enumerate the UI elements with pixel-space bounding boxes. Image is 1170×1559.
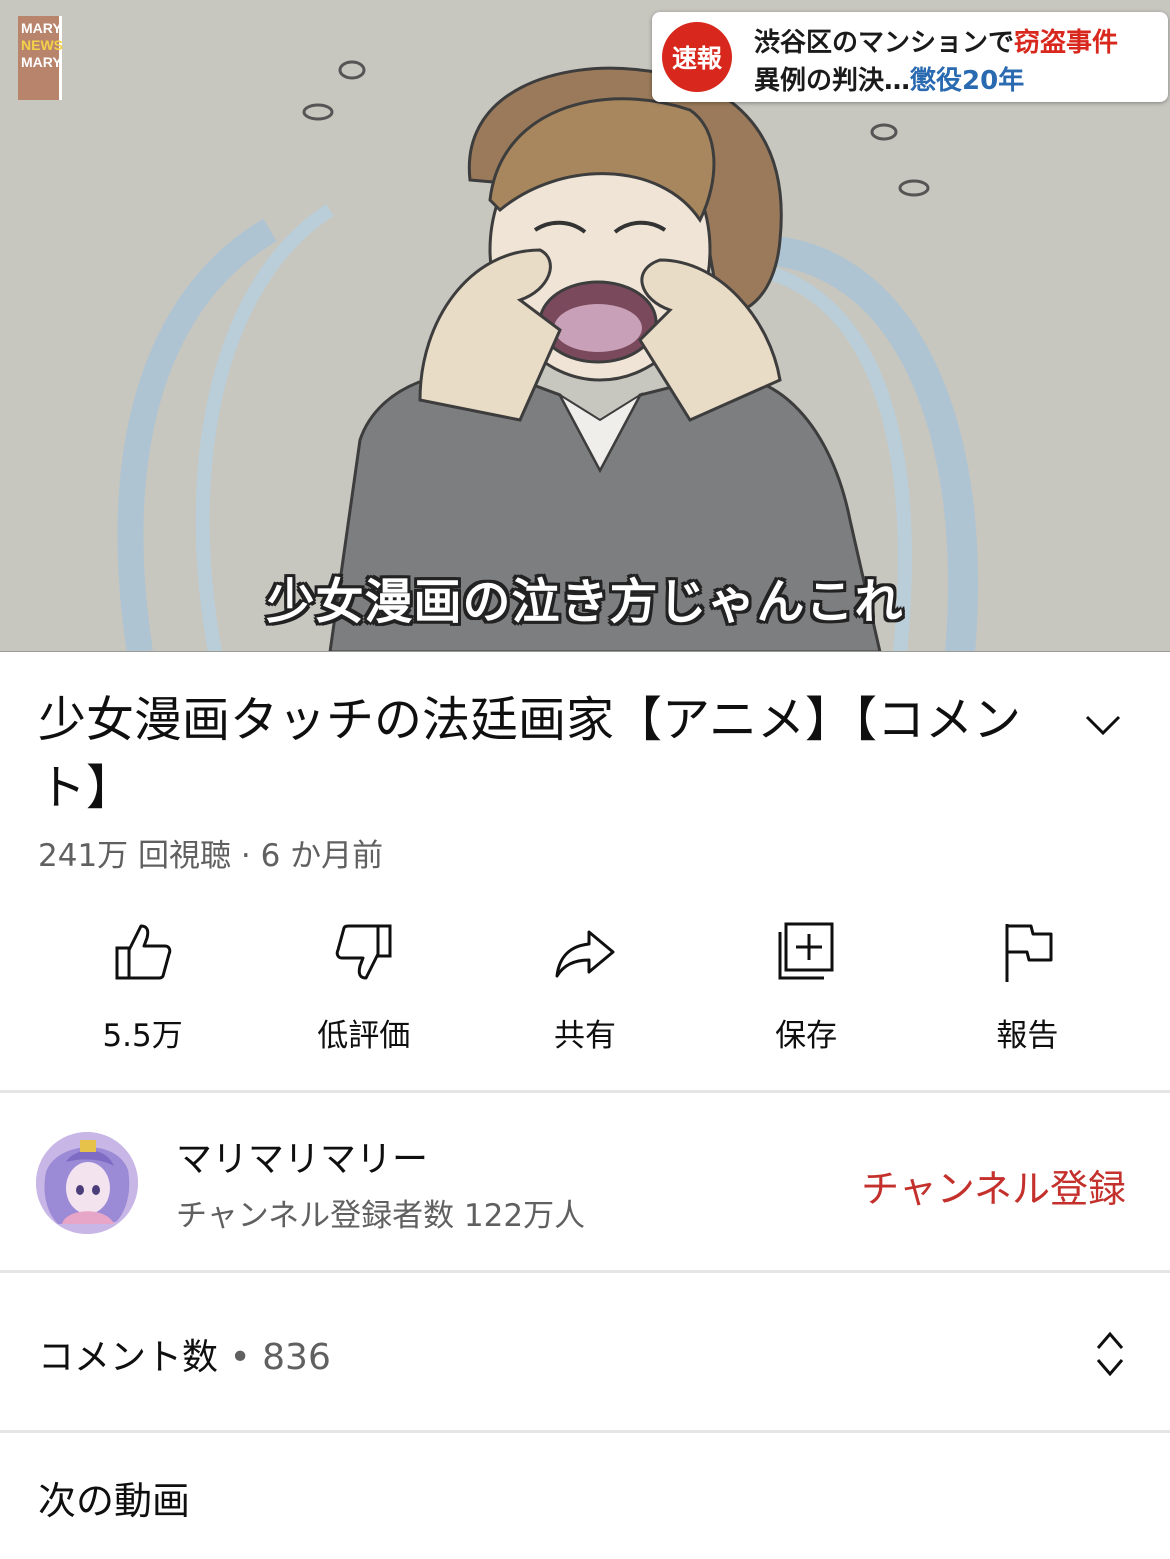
channel-avatar[interactable]	[36, 1132, 138, 1234]
save-button[interactable]: 保存	[721, 920, 891, 1060]
breaking-headline-line-1: 渋谷区のマンションで窃盗事件	[754, 22, 1118, 59]
share-label: 共有	[553, 1018, 616, 1054]
comments-label: コメント数	[38, 1337, 219, 1378]
breaking-news-banner: 速報 渋谷区のマンションで窃盗事件 異例の判決…懲役20年	[652, 12, 1168, 102]
thumbs-up-icon	[115, 924, 171, 980]
channel-name[interactable]: マリマリマリー	[176, 1130, 428, 1182]
save-label: 保存	[775, 1018, 838, 1054]
divider	[0, 1090, 1170, 1093]
thumbs-down-icon	[335, 924, 392, 980]
video-player[interactable]: MARY NEWS MARY 速報 渋谷区のマンションで窃盗事件 異例の判決…懲…	[0, 0, 1170, 652]
logo-line-1: MARY	[21, 20, 62, 36]
like-button[interactable]: 5.5万	[58, 920, 228, 1060]
comments-section[interactable]: コメント数 • 836	[0, 1274, 1170, 1430]
breaking-badge: 速報	[662, 22, 732, 92]
action-bar: 5.5万 低評価 共有 保存 報告	[0, 920, 1170, 1060]
breaking-headline-line-2: 異例の判決…懲役20年	[754, 60, 1024, 97]
logo-line-2: NEWS	[21, 37, 63, 53]
channel-watermark-logo: MARY NEWS MARY	[18, 16, 63, 100]
dislike-button[interactable]: 低評価	[279, 920, 449, 1060]
flag-icon	[1005, 924, 1053, 982]
expand-description-button[interactable]	[1078, 700, 1128, 750]
video-caption: 少女漫画の泣き方じゃんこれ	[266, 574, 904, 630]
save-playlist-icon	[778, 922, 834, 980]
divider	[0, 1270, 1170, 1273]
channel-row[interactable]: マリマリマリー チャンネル登録者数 122万人 チャンネル登録	[0, 1094, 1170, 1272]
video-title[interactable]: 少女漫画タッチの法廷画家【アニメ】【コメント】	[38, 686, 1078, 822]
comments-count: 836	[262, 1337, 331, 1378]
comments-separator: •	[229, 1337, 251, 1378]
chevron-down-icon	[1085, 715, 1121, 736]
report-label: 報告	[996, 1018, 1059, 1054]
headline-1b: 窃盗事件	[1014, 28, 1119, 58]
expand-collapse-icon[interactable]	[1090, 1326, 1130, 1382]
channel-subscriber-count: チャンネル登録者数 122万人	[176, 1198, 586, 1234]
avatar-image	[36, 1132, 138, 1234]
headline-1a: 渋谷区のマンションで	[754, 28, 1015, 58]
subscribe-button[interactable]: チャンネル登録	[861, 1158, 1126, 1213]
headline-2b: 懲役20年	[910, 66, 1025, 96]
video-meta: 241万 回視聴 · 6 か月前	[38, 838, 384, 874]
logo-line-3: MARY	[21, 54, 62, 70]
like-count: 5.5万	[102, 1018, 183, 1054]
headline-2a: 異例の判決…	[754, 66, 911, 96]
dislike-label: 低評価	[317, 1018, 411, 1054]
comments-header: コメント数 • 836	[38, 1328, 331, 1380]
share-icon	[555, 930, 615, 978]
up-next-heading: 次の動画	[38, 1479, 191, 1523]
share-button[interactable]: 共有	[500, 920, 670, 1060]
divider	[0, 1430, 1170, 1433]
report-button[interactable]: 報告	[942, 920, 1112, 1060]
